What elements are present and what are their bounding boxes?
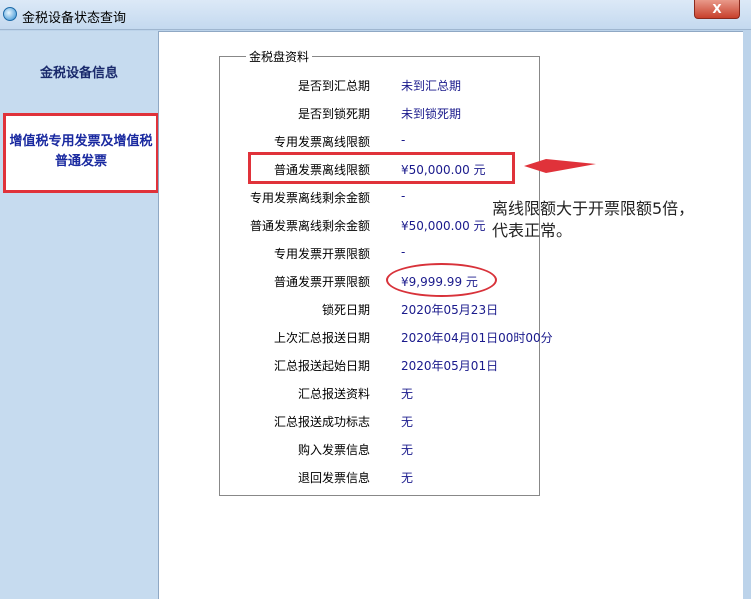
- info-row: 锁死日期 2020年05月23日: [220, 301, 540, 321]
- highlight-box: [248, 152, 515, 184]
- close-button[interactable]: X: [694, 0, 740, 19]
- sidebar-item-invoices[interactable]: 增值税专用发票及增值税普通发票: [3, 113, 159, 193]
- row-label: 专用发票开票限额: [273, 247, 370, 261]
- row-label: 是否到锁死期: [297, 107, 370, 121]
- row-label: 上次汇总报送日期: [273, 331, 370, 345]
- arrow-icon: [524, 159, 596, 173]
- group-legend: 金税盘资料: [246, 48, 313, 65]
- info-row: 专用发票离线限额 -: [220, 133, 540, 153]
- info-row: 汇总报送成功标志 无: [220, 413, 540, 433]
- row-label: 购入发票信息: [297, 443, 370, 457]
- row-label: 专用发票离线限额: [273, 135, 370, 149]
- row-value: 无: [401, 471, 414, 485]
- annotation-line-2: 代表正常。: [492, 221, 573, 240]
- row-value: -: [401, 245, 406, 259]
- title-bar: 金税设备状态查询 X: [0, 0, 751, 30]
- row-value: ¥50,000.00 元: [401, 219, 486, 233]
- row-value: 无: [401, 415, 414, 429]
- row-label: 汇总报送成功标志: [273, 415, 370, 429]
- row-label: 专用发票离线剩余金额: [249, 191, 370, 205]
- annotation-note: 离线限额大于开票限额5倍， 代表正常。: [492, 198, 694, 242]
- row-value: 未到汇总期: [401, 79, 462, 93]
- row-label: 汇总报送资料: [297, 387, 370, 401]
- info-row: 专用发票开票限额 -: [220, 245, 540, 265]
- row-value: -: [401, 133, 406, 147]
- row-value: 无: [401, 387, 414, 401]
- info-row: 是否到汇总期 未到汇总期: [220, 77, 540, 97]
- annotation-line-1: 离线限额大于开票限额5倍，: [492, 199, 695, 218]
- row-value: 未到锁死期: [401, 107, 462, 121]
- sidebar-item-label: 增值税专用发票及增值税普通发票: [9, 134, 153, 169]
- row-label: 普通发票离线剩余金额: [249, 219, 370, 233]
- info-row: 上次汇总报送日期 2020年04月01日00时00分: [220, 329, 553, 349]
- info-row: 是否到锁死期 未到锁死期: [220, 105, 540, 125]
- row-label: 普通发票开票限额: [273, 275, 370, 289]
- info-row: 汇总报送资料 无: [220, 385, 540, 405]
- row-label: 汇总报送起始日期: [273, 359, 370, 373]
- info-row: 汇总报送起始日期 2020年05月01日: [220, 357, 540, 377]
- row-label: 是否到汇总期: [297, 79, 370, 93]
- row-value: -: [401, 189, 406, 203]
- app-icon: [3, 7, 17, 21]
- sidebar-item-device-info[interactable]: 金税设备信息: [0, 62, 158, 81]
- window-title: 金税设备状态查询: [22, 11, 127, 26]
- info-row: 购入发票信息 无: [220, 441, 540, 461]
- row-value: 无: [401, 443, 414, 457]
- row-label: 锁死日期: [321, 303, 370, 317]
- highlight-ellipse: [386, 263, 497, 297]
- info-row: 退回发票信息 无: [220, 469, 540, 489]
- row-value: 2020年05月23日: [401, 303, 499, 317]
- row-value: 2020年04月01日00时00分: [401, 331, 553, 345]
- row-label: 退回发票信息: [297, 471, 370, 485]
- row-value: 2020年05月01日: [401, 359, 499, 373]
